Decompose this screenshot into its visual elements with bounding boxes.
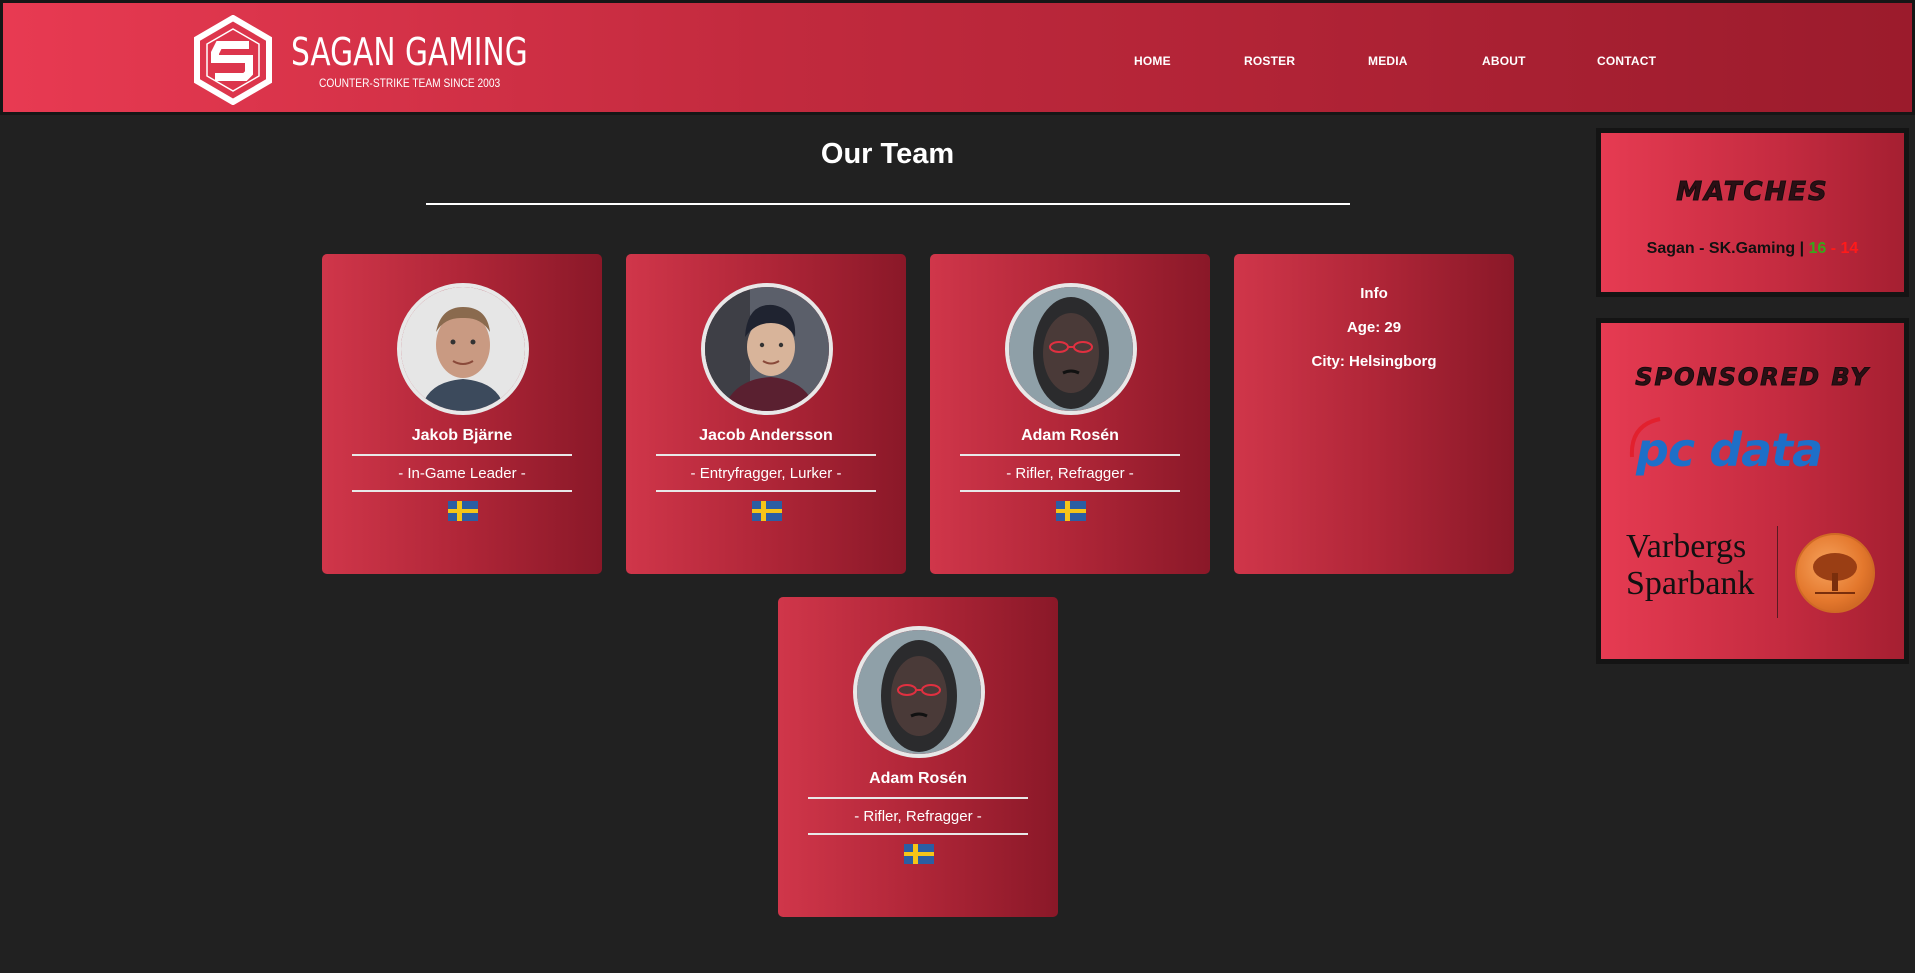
sweden-flag-icon xyxy=(1056,501,1086,521)
player-name: Jacob Andersson xyxy=(699,427,833,444)
matches-panel: MATCHES Sagan - SK.Gaming | 16 - 14 xyxy=(1596,128,1909,297)
site-header: SAGAN GAMING COUNTER-STRIKE TEAM SINCE 2… xyxy=(0,0,1915,115)
nav-roster[interactable]: ROSTER xyxy=(1244,54,1295,68)
player-role: - Entryfragger, Lurker - xyxy=(690,465,842,482)
nav-contact[interactable]: CONTACT xyxy=(1597,54,1656,68)
divider xyxy=(656,490,876,492)
match-teams: Sagan - SK.Gaming | xyxy=(1646,240,1805,257)
player-card[interactable]: Jakob Bjärne - In-Game Leader - xyxy=(322,254,602,574)
match-result[interactable]: Sagan - SK.Gaming | 16 - 14 xyxy=(1601,240,1904,258)
divider xyxy=(352,454,572,456)
divider xyxy=(1777,526,1778,618)
player-avatar xyxy=(1005,283,1137,415)
info-city: City: Helsingborg xyxy=(1311,353,1437,370)
player-role: - Rifler, Refragger - xyxy=(854,808,982,825)
player-name: Jakob Bjärne xyxy=(411,427,513,444)
brand-name: SAGAN GAMING xyxy=(291,30,528,74)
info-card: Info Age: 29 City: Helsingborg xyxy=(1234,254,1514,574)
nav-media[interactable]: MEDIA xyxy=(1368,54,1408,68)
player-card[interactable]: Adam Rosén - Rifler, Refragger - xyxy=(778,597,1058,917)
player-avatar xyxy=(397,283,529,415)
sweden-flag-icon xyxy=(448,501,478,521)
oak-tree-coin-icon xyxy=(1795,533,1875,613)
pcdata-swoosh-icon xyxy=(1629,417,1661,458)
sponsor-pcdata[interactable]: pc data xyxy=(1629,417,1823,477)
divider xyxy=(960,490,1180,492)
info-heading: Info xyxy=(1360,285,1388,302)
player-avatar xyxy=(853,626,985,758)
score-home: 16 xyxy=(1808,240,1827,257)
player-card[interactable]: Adam Rosén - Rifler, Refragger - xyxy=(930,254,1210,574)
sweden-flag-icon xyxy=(752,501,782,521)
brand-logo[interactable]: SAGAN GAMING COUNTER-STRIKE TEAM SINCE 2… xyxy=(193,15,594,105)
nav-home[interactable]: HOME xyxy=(1134,54,1171,68)
divider xyxy=(808,797,1028,799)
player-card[interactable]: Jacob Andersson - Entryfragger, Lurker - xyxy=(626,254,906,574)
sponsor-vsb-label: Varbergs Sparbank xyxy=(1626,528,1755,602)
divider xyxy=(352,490,572,492)
title-divider xyxy=(426,203,1350,205)
sponsor-varbergs-sparbank[interactable]: Varbergs Sparbank xyxy=(1626,526,1876,618)
player-role: - Rifler, Refragger - xyxy=(1006,465,1134,482)
matches-heading: MATCHES xyxy=(1676,177,1829,208)
score-away: 14 xyxy=(1840,240,1859,257)
player-name: Adam Rosén xyxy=(869,770,967,787)
sponsors-panel: SPONSORED BY pc data Varbergs Sparbank xyxy=(1596,318,1909,664)
nav-about[interactable]: ABOUT xyxy=(1482,54,1526,68)
brand-tagline: COUNTER-STRIKE TEAM SINCE 2003 xyxy=(319,76,501,90)
divider xyxy=(960,454,1180,456)
player-avatar xyxy=(701,283,833,415)
page-title: Our Team xyxy=(820,138,955,170)
info-age: Age: 29 xyxy=(1346,319,1402,336)
player-name: Adam Rosén xyxy=(1021,427,1119,444)
score-separator: - xyxy=(1830,240,1837,257)
divider xyxy=(808,833,1028,835)
sponsors-heading: SPONSORED BY xyxy=(1635,363,1870,392)
player-role: - In-Game Leader - xyxy=(398,465,526,482)
divider xyxy=(656,454,876,456)
sagan-logo-icon xyxy=(194,15,272,105)
sweden-flag-icon xyxy=(904,844,934,864)
